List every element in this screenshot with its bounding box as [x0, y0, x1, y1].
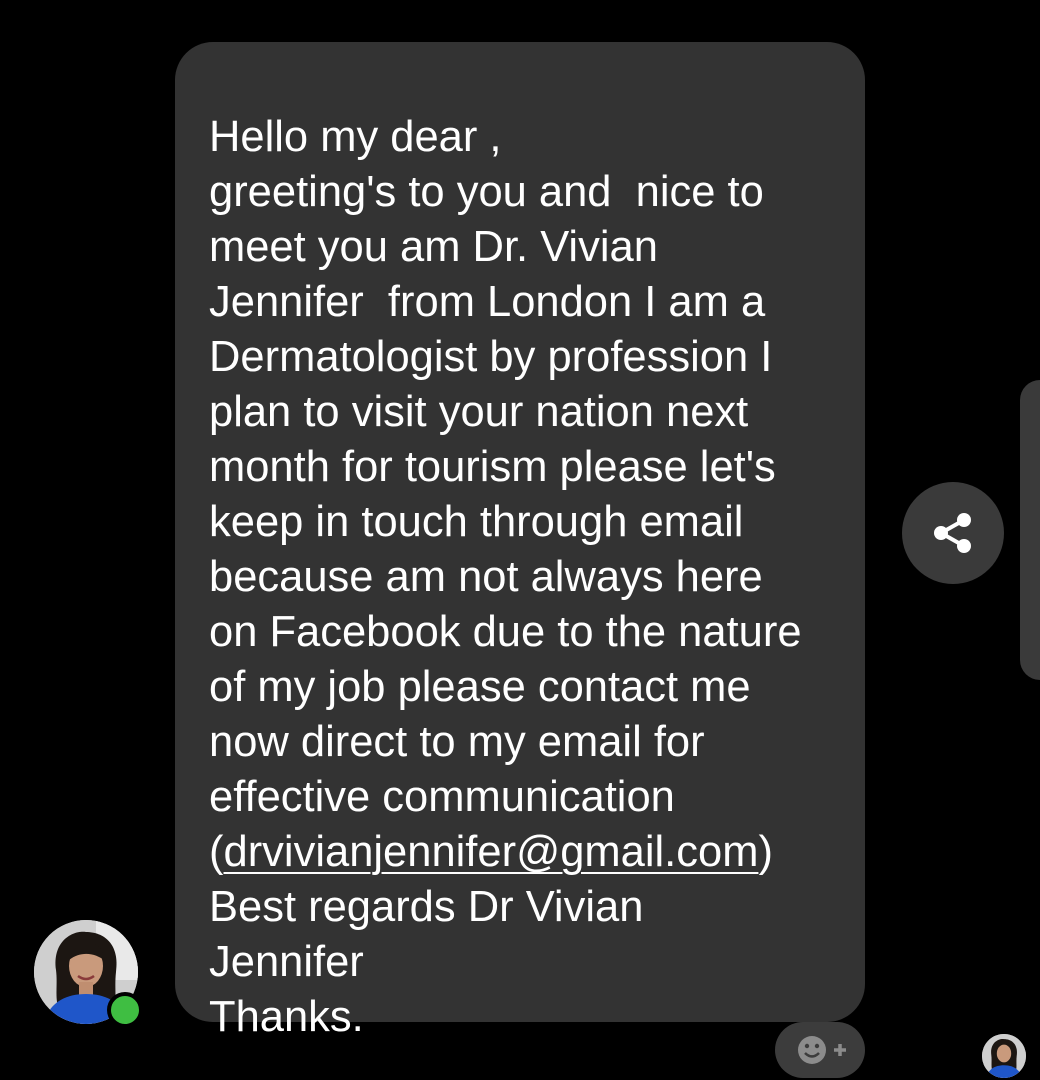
- message-line: now direct to my email for: [209, 718, 705, 766]
- message-line: keep in touch through email: [209, 498, 744, 546]
- seen-avatar-icon: [982, 1034, 1026, 1078]
- message-line: on Facebook due to the nature: [209, 608, 802, 656]
- message-line: effective communication: [209, 773, 675, 821]
- closing-line: Thanks.: [209, 993, 364, 1041]
- share-icon: [934, 513, 971, 553]
- message-line: because am not always here: [209, 553, 763, 601]
- message-line: Dermatologist by profession I: [209, 333, 773, 381]
- message-line: greeting's to you and nice to: [209, 168, 764, 216]
- add-reaction-button[interactable]: [775, 1022, 865, 1078]
- message-line: plan to visit your nation next: [209, 388, 749, 436]
- message-line: Jennifer from London I am a: [209, 278, 766, 326]
- seen-avatar: [982, 1034, 1026, 1078]
- email-close-paren: ): [758, 828, 773, 876]
- message-line: of my job please contact me: [209, 663, 751, 711]
- message-line: meet you am Dr. Vivian: [209, 223, 658, 271]
- add-reaction-icon: [798, 1036, 846, 1064]
- edge-panel-handle[interactable]: [1020, 380, 1040, 680]
- online-status-dot: [107, 992, 143, 1028]
- closing-line: Best regards Dr Vivian: [209, 883, 644, 931]
- email-line: (drvivianjennifer@gmail.com): [209, 825, 845, 880]
- email-open-paren: (: [209, 828, 224, 876]
- message-line: Hello my dear ,: [209, 113, 502, 161]
- share-button[interactable]: [902, 482, 1004, 584]
- message-bubble[interactable]: Hello my dear , greeting's to you and ni…: [175, 42, 865, 1041]
- closing-line: Jennifer: [209, 938, 364, 986]
- email-link[interactable]: drvivianjennifer@gmail.com: [224, 828, 759, 876]
- message-line: month for tourism please let's: [209, 443, 776, 491]
